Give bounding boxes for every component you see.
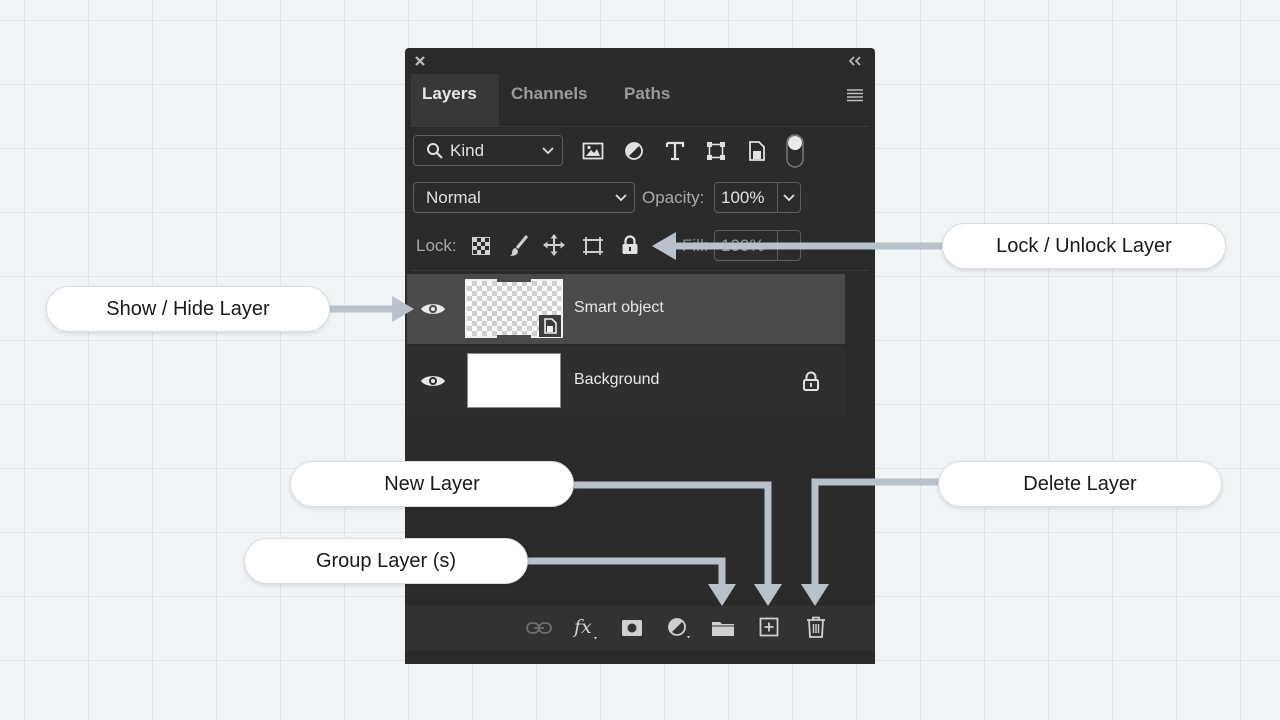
arrow-new-layer bbox=[574, 481, 772, 586]
arrow-group-layer bbox=[528, 557, 726, 586]
callout-lock-unlock-layer: Lock / Unlock Layer bbox=[942, 223, 1226, 269]
arrowhead-lock-unlock bbox=[652, 232, 676, 260]
callout-new-layer: New Layer bbox=[290, 461, 574, 507]
callout-delete-layer: Delete Layer bbox=[938, 461, 1222, 507]
arrowhead-delete-layer bbox=[801, 584, 829, 606]
callout-show-hide-layer: Show / Hide Layer bbox=[46, 286, 330, 332]
callout-arrows bbox=[330, 232, 942, 606]
arrowhead-group-layer bbox=[708, 584, 736, 606]
arrowhead-show-hide bbox=[392, 296, 414, 322]
arrowhead-new-layer bbox=[754, 584, 782, 606]
callout-group-layer: Group Layer (s) bbox=[244, 538, 528, 584]
arrow-delete-layer bbox=[811, 478, 940, 586]
